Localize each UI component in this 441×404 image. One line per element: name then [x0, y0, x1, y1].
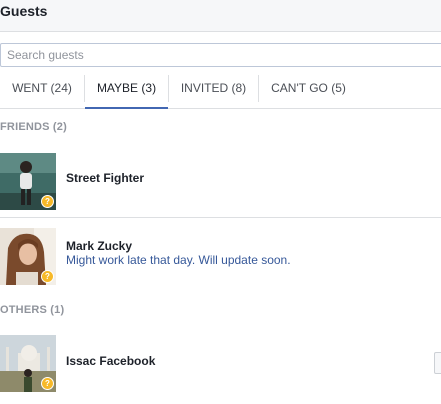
avatar[interactable]: ?: [0, 335, 56, 392]
search-guests-input[interactable]: [0, 43, 441, 67]
guest-row[interactable]: ? Mark Zucky Might work late that day. W…: [0, 228, 441, 285]
guest-note: Might work late that day. Will update so…: [66, 253, 291, 267]
others-section-heading: OTHERS (1): [0, 304, 65, 316]
guest-row[interactable]: ? Street Fighter: [0, 153, 441, 210]
guests-panel: Guests WENT (24) MAYBE (3) INVITED (8) C…: [0, 0, 441, 404]
guest-name[interactable]: Issac Facebook: [66, 354, 155, 368]
friends-section-heading: FRIENDS (2): [0, 121, 67, 133]
tab-invited[interactable]: INVITED (8): [169, 68, 258, 108]
question-badge-icon: ?: [41, 270, 54, 283]
guests-header: Guests: [0, 0, 441, 32]
question-badge-icon: ?: [41, 377, 54, 390]
tab-cant-go[interactable]: CAN'T GO (5): [259, 68, 358, 108]
guest-row[interactable]: ? Issac Facebook: [0, 335, 441, 392]
avatar[interactable]: ?: [0, 153, 56, 210]
guest-name[interactable]: Mark Zucky: [66, 239, 132, 253]
panel-title: Guests: [0, 3, 48, 19]
tab-maybe[interactable]: MAYBE (3): [85, 68, 168, 109]
row-divider: [0, 217, 441, 218]
question-badge-icon: ?: [41, 195, 54, 208]
guest-name[interactable]: Street Fighter: [66, 171, 144, 185]
tab-went[interactable]: WENT (24): [0, 68, 84, 108]
avatar[interactable]: ?: [0, 228, 56, 285]
guest-action-button[interactable]: [434, 352, 441, 374]
guest-status-tabs: WENT (24) MAYBE (3) INVITED (8) CAN'T GO…: [0, 68, 441, 109]
